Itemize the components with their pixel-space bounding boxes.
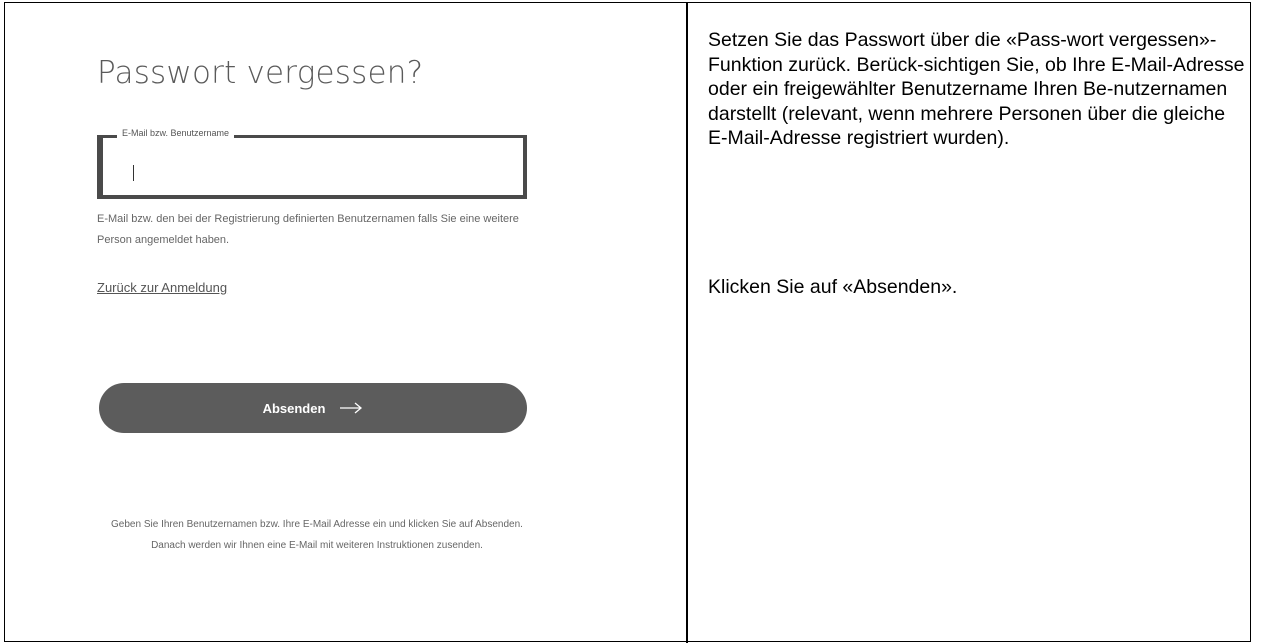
username-field-label: E-Mail bzw. Benutzername (117, 128, 235, 138)
footer-note: Geben Sie Ihren Benutzernamen bzw. Ihre … (111, 519, 523, 551)
instruction-step-1: Setzen Sie das Passwort über die «Pass-w… (708, 29, 1245, 149)
submit-button-label: Absenden (262, 400, 326, 416)
page-title: Passwort vergessen? (97, 55, 424, 91)
username-input[interactable] (127, 158, 517, 182)
username-field[interactable]: E-Mail bzw. Benutzername (97, 128, 527, 199)
document-table: Passwort vergessen? E-Mail bzw. Benutzer… (4, 2, 1252, 643)
screenshot-cell: Passwort vergessen? E-Mail bzw. Benutzer… (5, 3, 686, 643)
arrow-right-icon (340, 402, 363, 414)
submit-button[interactable]: Absenden (99, 383, 527, 433)
back-to-login-link[interactable]: Zurück zur Anmeldung (97, 280, 227, 295)
instructions-cell: Setzen Sie das Passwort über die «Pass-w… (688, 3, 1252, 643)
text-caret (133, 165, 134, 181)
instruction-step-2: Klicken Sie auf «Absenden». (708, 276, 958, 298)
field-help-text: E-Mail bzw. den bei der Registrierung de… (97, 213, 519, 246)
